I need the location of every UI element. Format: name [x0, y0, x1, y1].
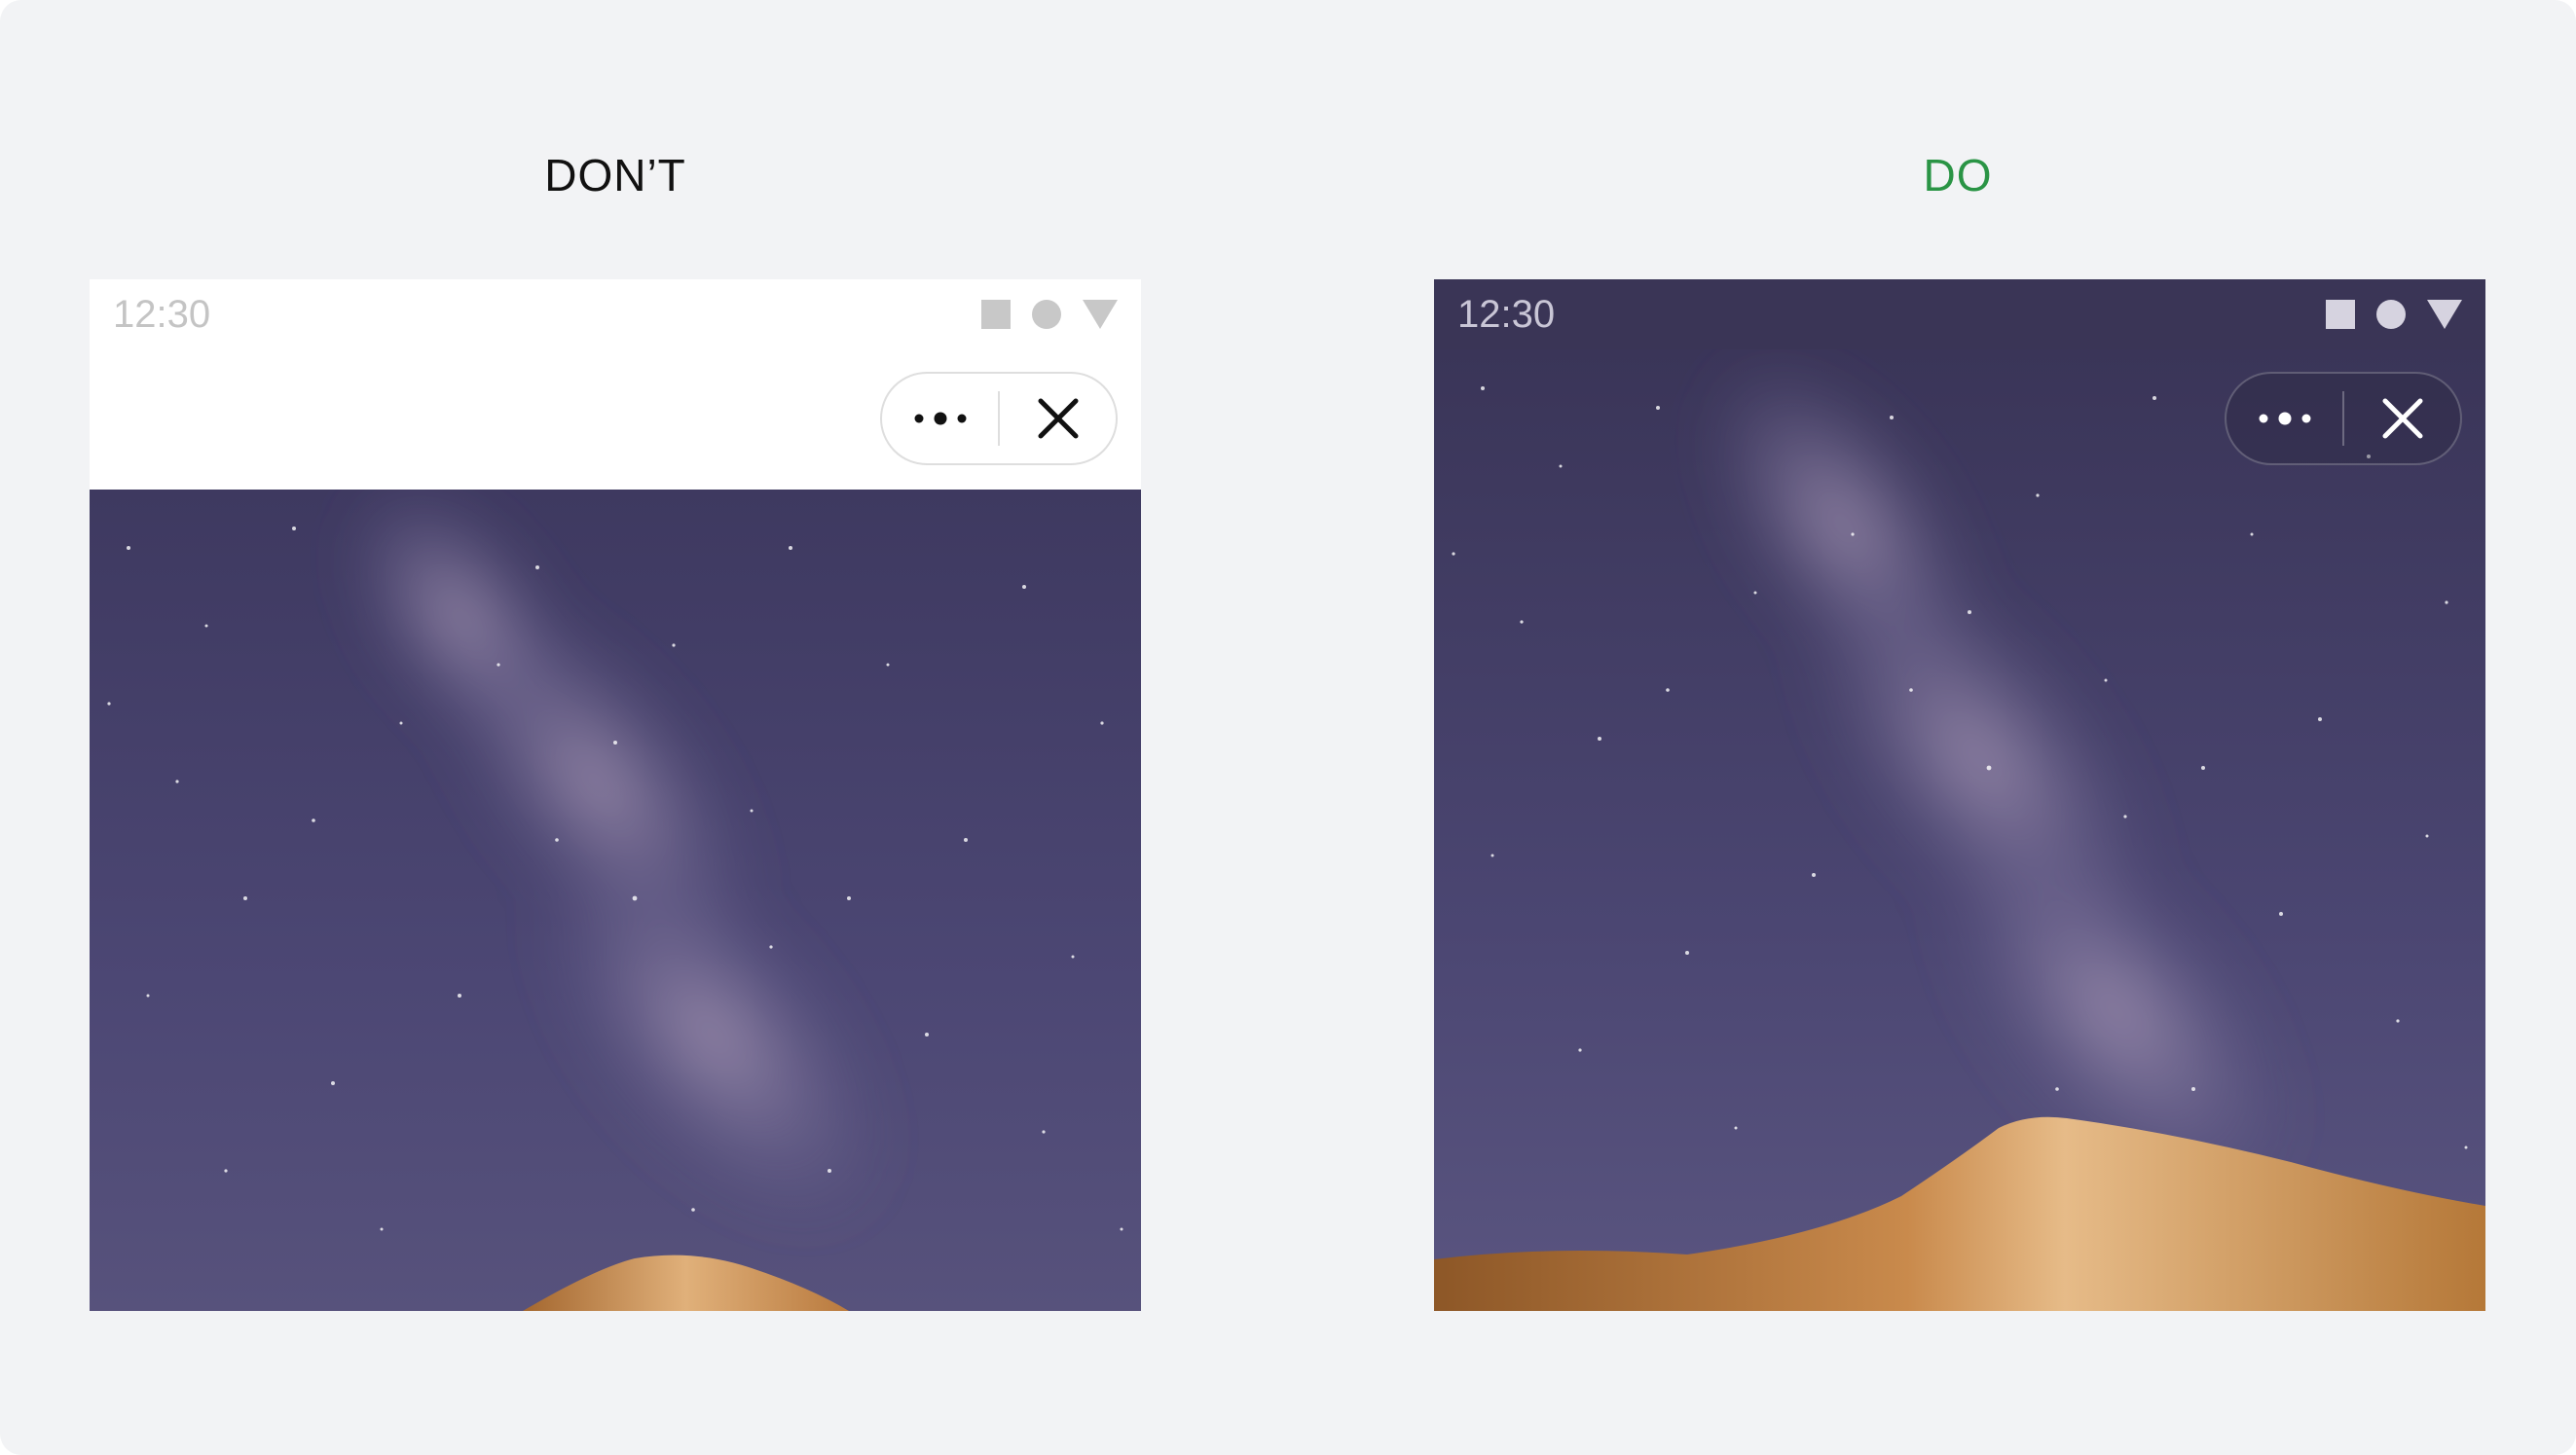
- status-time: 12:30: [1457, 293, 1556, 336]
- page-background: DON’T DO 12:30 12:30: [0, 0, 2576, 1455]
- square-icon: [981, 300, 1011, 329]
- night-sky-photo: [1434, 349, 2485, 1311]
- do-heading: DO: [1923, 150, 1993, 200]
- more-button[interactable]: [882, 374, 998, 463]
- more-dots-icon: [914, 412, 966, 425]
- milky-way-image: [90, 490, 1141, 1311]
- close-button[interactable]: [2344, 374, 2460, 463]
- circle-icon: [2376, 300, 2406, 329]
- capsule-menu: [2225, 372, 2462, 465]
- do-phone-screen: 12:30: [1434, 279, 2485, 1311]
- triangle-icon: [2427, 300, 2462, 329]
- dont-phone-screen: 12:30: [90, 279, 1141, 1311]
- square-icon: [2326, 300, 2355, 329]
- dont-heading: DON’T: [544, 150, 686, 200]
- circle-icon: [1032, 300, 1061, 329]
- close-icon: [1038, 398, 1078, 439]
- close-icon: [2382, 398, 2422, 439]
- more-button[interactable]: [2226, 374, 2342, 463]
- more-dots-icon: [2259, 412, 2310, 425]
- status-icons: [2326, 299, 2462, 330]
- night-sky-photo: [90, 490, 1141, 1311]
- status-time: 12:30: [113, 293, 211, 336]
- milky-way-image: [1434, 349, 2485, 1311]
- status-bar: 12:30: [90, 279, 1141, 349]
- close-button[interactable]: [1000, 374, 1116, 463]
- status-bar: 12:30: [1434, 279, 2485, 349]
- status-icons: [981, 299, 1118, 330]
- triangle-icon: [1083, 300, 1118, 329]
- capsule-menu: [880, 372, 1118, 465]
